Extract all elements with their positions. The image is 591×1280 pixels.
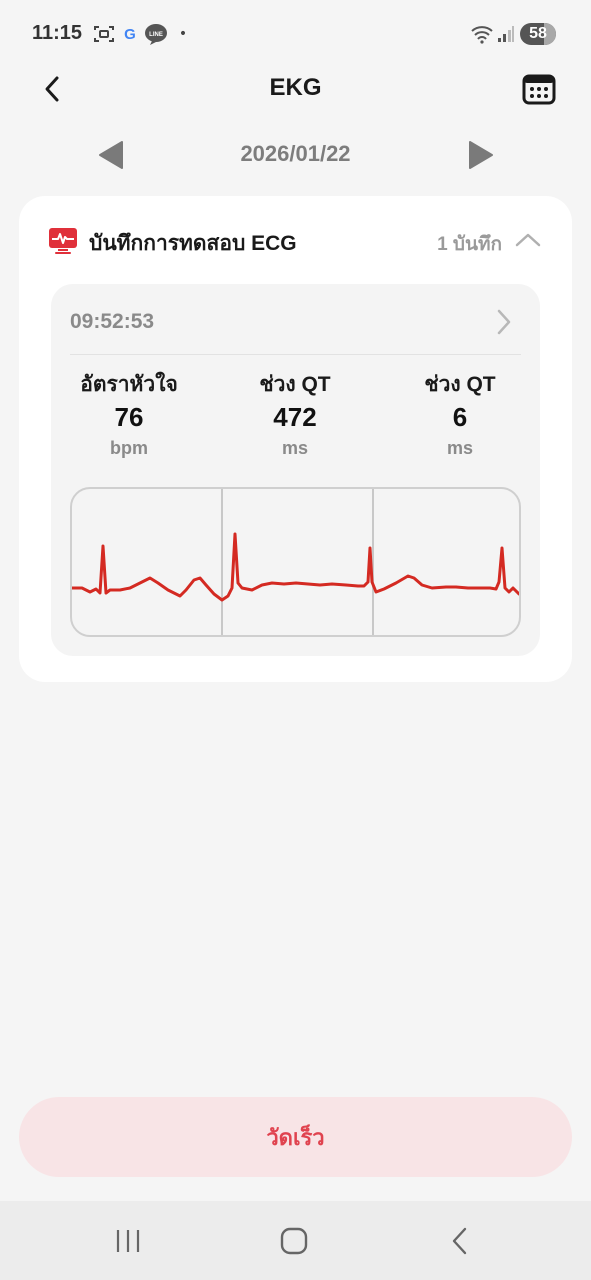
- calendar-button[interactable]: [520, 70, 558, 108]
- divider: [70, 354, 521, 355]
- triangle-right-icon: [469, 141, 493, 169]
- record-count: 1 บันทึก: [437, 234, 502, 255]
- ecg-waveform: [72, 489, 519, 635]
- status-bar: 11:15 G LINE • 58: [0, 0, 591, 70]
- qt-interval-secondary-metric: ช่วง QT 6 ms: [385, 370, 535, 462]
- line-app-icon: LINE: [144, 22, 168, 46]
- metric-unit: ms: [281, 438, 308, 458]
- next-date-button[interactable]: [466, 140, 496, 170]
- recent-apps-icon: [116, 1230, 140, 1252]
- home-icon: [280, 1227, 308, 1255]
- ecg-record-item[interactable]: 09:52:53 อัตราหัวใจ 76 bpm ช่วง QT 472 m…: [51, 284, 540, 656]
- ecg-trace: [72, 532, 519, 602]
- battery-icon: 58: [520, 23, 556, 45]
- google-icon: G: [124, 25, 136, 43]
- heart-rate-metric: อัตราหัวใจ 76 bpm: [54, 370, 204, 462]
- quick-measure-label: วัดเร็ว: [266, 1124, 325, 1150]
- card-header[interactable]: บันทึกการทดสอบ ECG 1 บันทึก: [19, 196, 572, 284]
- back-arrow-icon: [452, 1227, 467, 1255]
- status-time: 11:15: [32, 22, 83, 44]
- quick-measure-button[interactable]: วัดเร็ว: [19, 1097, 572, 1177]
- metric-value: 472: [273, 402, 317, 432]
- system-navigation-bar: [0, 1201, 591, 1280]
- metric-value: 76: [114, 402, 144, 432]
- screenshot-icon: [92, 22, 116, 46]
- metric-unit: bpm: [110, 438, 148, 458]
- metric-label: ช่วง QT: [424, 373, 496, 396]
- ecg-monitor-icon: [49, 228, 77, 254]
- metric-unit: ms: [446, 438, 473, 458]
- ecg-waveform-preview: [70, 487, 521, 637]
- date-label: 2026/01/22: [240, 141, 351, 166]
- notification-dot: •: [178, 26, 188, 42]
- battery-level: 58: [529, 25, 547, 42]
- home-button[interactable]: [274, 1223, 314, 1259]
- recent-apps-button[interactable]: [108, 1223, 148, 1259]
- qt-interval-metric: ช่วง QT 472 ms: [220, 370, 370, 462]
- wifi-icon: [470, 22, 494, 46]
- signal-icon: [496, 22, 516, 46]
- ecg-records-card: บันทึกการทดสอบ ECG 1 บันทึก 09:52:53 อัต…: [19, 196, 572, 682]
- chevron-right-icon: [497, 309, 511, 335]
- chevron-up-icon: [515, 233, 541, 247]
- metric-label: ช่วง QT: [259, 373, 331, 396]
- svg-text:LINE: LINE: [149, 32, 163, 38]
- record-time: 09:52:53: [70, 310, 155, 333]
- system-back-button[interactable]: [440, 1223, 480, 1259]
- card-title: บันทึกการทดสอบ ECG: [89, 232, 297, 255]
- page-title: EKG: [269, 74, 322, 101]
- calendar-icon: [522, 74, 556, 105]
- metric-label: อัตราหัวใจ: [80, 373, 178, 396]
- metric-value: 6: [452, 402, 468, 432]
